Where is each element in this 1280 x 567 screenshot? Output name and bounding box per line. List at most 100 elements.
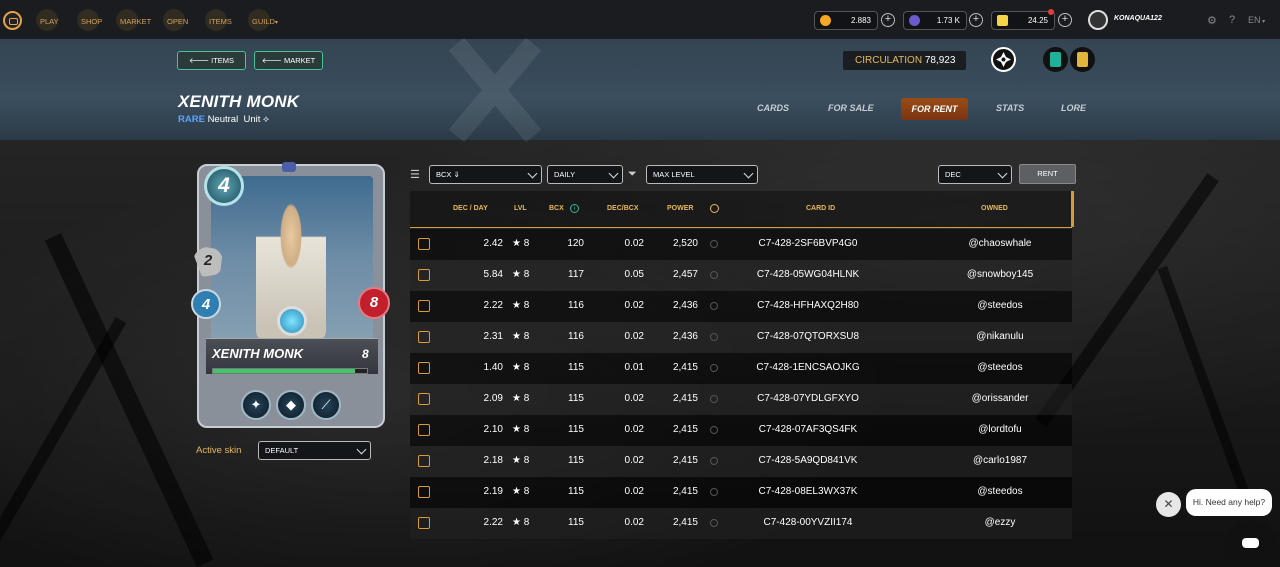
chat-launcher-button[interactable] <box>1225 521 1277 567</box>
cell-card-id: C7-428-HFHAXQ2H80 <box>757 300 859 311</box>
nav-guild[interactable]: GUILD▾ <box>248 9 278 31</box>
back-to-market-button[interactable]: 🡐 MARKET <box>254 51 323 70</box>
table-row[interactable]: 1.40 ★ 8 115 0.01 2,415 C7-428-1ENCSAOJKG @ste… <box>410 353 1072 384</box>
chevron-down-icon <box>527 168 538 179</box>
table-row[interactable]: 2.31 ★ 8 116 0.02 2,436 C7-428-07QTORXSU8 @nik… <box>410 322 1072 353</box>
chevron-down-icon <box>608 168 619 179</box>
splinterlands-logo-icon[interactable] <box>3 11 22 30</box>
tab-for-sale[interactable]: FOR SALE <box>828 103 874 113</box>
level-select[interactable]: MAX LEVEL <box>646 165 758 184</box>
circulation-display: CIRCULATION 78,923 <box>843 51 966 70</box>
cell-level: ★ 8 <box>512 362 530 373</box>
cell-bcx: 115 <box>568 424 584 435</box>
nav-shop[interactable]: SHOP <box>77 9 102 31</box>
row-checkbox[interactable] <box>418 300 430 312</box>
row-checkbox[interactable] <box>418 424 430 436</box>
avatar[interactable] <box>1088 10 1108 30</box>
cell-level: ★ 8 <box>512 424 530 435</box>
table-row[interactable]: 5.84 ★ 8 117 0.05 2,457 C7-428-05WG04HLNK @sno… <box>410 260 1072 291</box>
tab-stats[interactable]: STATS <box>996 103 1024 113</box>
cell-power: 2,415 <box>672 424 698 435</box>
help-icon[interactable]: ? <box>1229 14 1235 26</box>
currency-select[interactable]: DEC <box>938 165 1012 184</box>
row-checkbox[interactable] <box>418 393 430 405</box>
cell-level: ★ 8 <box>512 455 530 466</box>
clock-icon <box>710 333 718 341</box>
sort-icon[interactable]: ☰ <box>410 168 420 181</box>
table-row[interactable]: 2.09 ★ 8 115 0.02 2,415 C7-428-07YDLGFXYO @ori… <box>410 384 1072 415</box>
cell-owner: @snowboy145 <box>966 269 1034 280</box>
circulation-label: CIRCULATION <box>855 55 923 66</box>
table-row[interactable]: 2.19 ★ 8 115 0.02 2,415 C7-428-08EL3WX37K @ste… <box>410 477 1072 508</box>
cell-power: 2,415 <box>672 486 698 497</box>
row-checkbox[interactable] <box>418 455 430 467</box>
back-to-items-button[interactable]: 🡐 ITEMS <box>177 51 246 70</box>
cell-owner: @steedos <box>977 362 1023 373</box>
column-dec-bcx[interactable]: DEC/BCX <box>607 205 639 212</box>
filter-icon[interactable]: ⏷ <box>628 168 637 181</box>
column-lvl[interactable]: LVL <box>514 205 527 212</box>
close-chat-button[interactable]: ✕ <box>1156 492 1181 517</box>
cell-dec-per-bcx: 0.02 <box>624 486 644 497</box>
table-row[interactable]: 2.22 ★ 8 115 0.02 2,415 C7-428-00YVZII174 @ezz… <box>410 508 1072 539</box>
scrollbar[interactable] <box>1071 191 1074 227</box>
table-row[interactable]: 2.42 ★ 8 120 0.02 2,520 C7-428-2SF6BVP4G0 @cha… <box>410 229 1072 260</box>
dec-balance-value: 2.883 <box>850 16 871 25</box>
regular-foil-icon[interactable] <box>1043 47 1068 72</box>
table-row[interactable]: 2.18 ★ 8 115 0.02 2,415 C7-428-5A9QD841VK @car… <box>410 446 1072 477</box>
splinter-label: Neutral <box>207 114 239 125</box>
row-checkbox[interactable] <box>418 362 430 374</box>
row-checkbox[interactable] <box>418 238 430 250</box>
language-selector[interactable]: EN ▾ <box>1248 15 1265 25</box>
cell-card-id: C7-428-05WG04HLNK <box>756 269 860 280</box>
sort-select[interactable]: BCX ⇓ <box>429 165 542 184</box>
tab-lore[interactable]: LORE <box>1061 103 1086 113</box>
nav-market[interactable]: MARKET <box>116 9 151 31</box>
gear-icon[interactable]: ⚙ <box>1207 14 1217 27</box>
column-bcx[interactable]: BCX <box>549 205 564 212</box>
coin-icon <box>820 15 831 26</box>
cell-dec-per-bcx: 0.02 <box>624 238 644 249</box>
column-dec-day[interactable]: DEC / DAY <box>453 205 488 212</box>
card-xp-bar <box>212 368 368 374</box>
table-row[interactable]: 2.22 ★ 8 116 0.02 2,436 C7-428-HFHAXQ2H80 @ste… <box>410 291 1072 322</box>
table-row[interactable]: 2.10 ★ 8 115 0.02 2,415 C7-428-07AF3QS4FK @lor… <box>410 415 1072 446</box>
column-power[interactable]: POWER <box>667 205 693 212</box>
cell-level: ★ 8 <box>512 238 530 249</box>
cell-bcx: 116 <box>568 300 584 311</box>
column-card-id[interactable]: CARD ID <box>806 205 835 212</box>
period-select[interactable]: DAILY <box>547 165 623 184</box>
nav-items[interactable]: ITEMS <box>205 9 232 31</box>
cell-dec-per-bcx: 0.02 <box>624 393 644 404</box>
cell-owner: @lordtofu <box>978 424 1022 435</box>
dec-balance[interactable]: 2.883 <box>814 11 878 30</box>
language-label: EN <box>1248 15 1261 25</box>
row-checkbox[interactable] <box>418 269 430 281</box>
cell-card-id: C7-428-1ENCSAOJKG <box>756 362 860 373</box>
nav-open[interactable]: OPEN <box>163 9 188 31</box>
row-checkbox[interactable] <box>418 486 430 498</box>
sort-select-value: BCX ⇓ <box>436 170 460 179</box>
chat-bubble[interactable]: Hi. Need any help? <box>1186 489 1272 516</box>
tab-for-rent[interactable]: FOR RENT <box>901 98 968 120</box>
clock-icon <box>710 426 718 434</box>
credits-balance[interactable]: 1.73 K <box>903 11 967 30</box>
tab-cards[interactable]: CARDS <box>757 103 789 113</box>
clock-icon[interactable] <box>710 204 719 213</box>
add-dec-button[interactable]: + <box>881 13 895 27</box>
nav-play[interactable]: PLAY <box>36 9 59 31</box>
username[interactable]: KONAQUA122 <box>1114 15 1162 22</box>
edition-icon[interactable] <box>991 47 1016 72</box>
add-voucher-button[interactable]: + <box>1058 13 1072 27</box>
skin-select[interactable]: DEFAULT <box>258 441 371 460</box>
add-credits-button[interactable]: + <box>969 13 983 27</box>
column-owned[interactable]: OWNED <box>981 205 1008 212</box>
row-checkbox[interactable] <box>418 331 430 343</box>
info-icon[interactable]: i <box>570 204 579 213</box>
voucher-balance[interactable]: 24.25 <box>991 11 1055 30</box>
rent-button[interactable]: RENT <box>1019 164 1076 184</box>
gold-foil-icon[interactable] <box>1070 47 1095 72</box>
row-checkbox[interactable] <box>418 517 430 529</box>
card-gem <box>277 306 307 336</box>
ability-shield-icon: ⟋ <box>311 390 341 420</box>
